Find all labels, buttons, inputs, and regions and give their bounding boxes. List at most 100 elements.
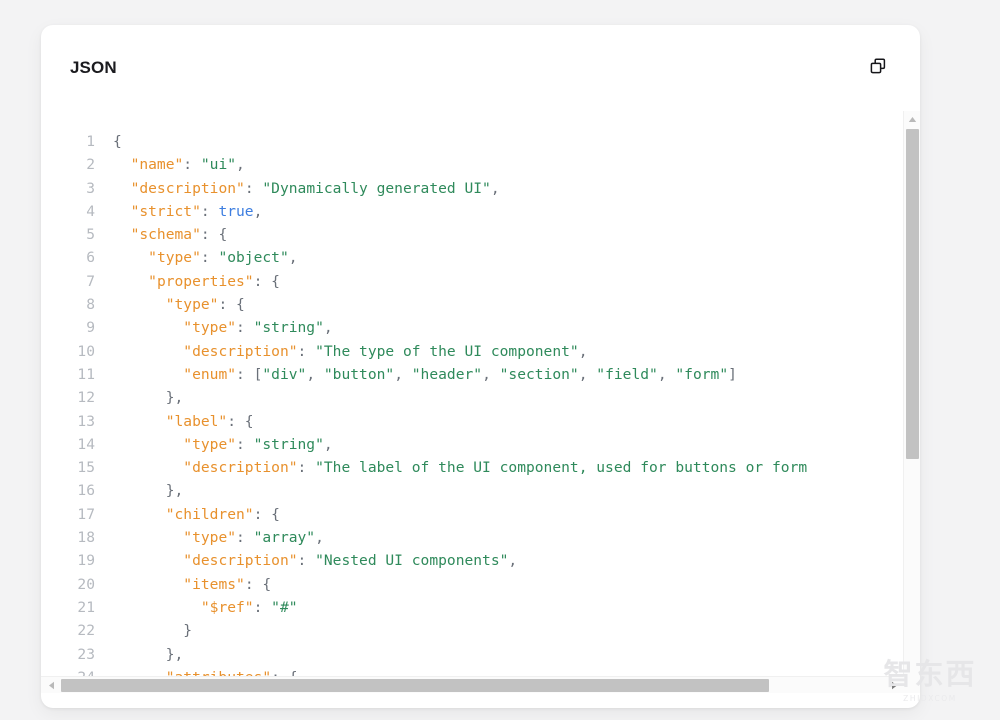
horizontal-scrollbar[interactable] (41, 676, 920, 693)
code-token: "type" (183, 319, 237, 337)
page-title: JSON (70, 58, 117, 77)
code-line: 20 "items": { (41, 576, 271, 593)
code-line: 23 }, (41, 646, 183, 663)
code-line: 15 "description": "The label of the UI c… (41, 459, 807, 476)
code-line: 1{ (41, 133, 122, 150)
scroll-up-arrow-icon[interactable] (904, 111, 920, 127)
code-token: "type" (148, 249, 201, 267)
code-token: ] (728, 365, 737, 383)
code-token: , (306, 365, 324, 383)
vertical-scrollbar[interactable] (903, 111, 920, 693)
code-line: 10 "description": "The type of the UI co… (41, 342, 587, 360)
code-token: , (236, 156, 245, 174)
code-token: "object" (218, 249, 289, 267)
line-number: 4 (86, 202, 95, 220)
code-token: "$ref" (200, 598, 254, 616)
code-line: 6 "type": "object", (41, 249, 298, 267)
code-token: "name" (130, 156, 184, 174)
vertical-scrollbar-thumb[interactable] (906, 129, 919, 459)
code-token: }, (113, 645, 184, 663)
code-token: "header" (411, 365, 483, 383)
code-token: : (297, 552, 316, 570)
code-token: : (236, 319, 254, 337)
code-token: , (288, 249, 298, 267)
code-token: , (253, 202, 263, 220)
code-line: 4 "strict": true, (41, 203, 262, 220)
code-token: : (200, 249, 219, 267)
line-number: 8 (86, 296, 95, 314)
code-line: 12 }, (41, 389, 183, 406)
line-number: 3 (86, 179, 95, 197)
line-number: 22 (77, 622, 95, 640)
code-token: "Dynamically generated UI" (262, 179, 491, 197)
copy-button[interactable] (864, 54, 892, 82)
code-token: "type" (183, 529, 237, 547)
code-line: 14 "type": "string", (41, 435, 332, 453)
code-token: "section" (499, 365, 579, 383)
code-token: "array" (253, 529, 316, 547)
code-line: 17 "children": { (41, 506, 280, 523)
code-token: "type" (165, 296, 219, 314)
code-token: : (297, 342, 316, 360)
line-number: 7 (86, 272, 95, 290)
code-token: "ui" (200, 156, 237, 174)
scroll-right-arrow-icon[interactable] (886, 677, 902, 694)
code-token: : (253, 598, 272, 616)
code-token: : (200, 202, 219, 220)
code-token: "button" (323, 365, 395, 383)
code-scroll-region[interactable]: 1{ 2 "name": "ui", 3 "description": "Dyn… (41, 111, 920, 708)
line-number: 15 (77, 459, 95, 477)
code-line: 11 "enum": ["div", "button", "header", "… (41, 365, 737, 383)
code-token: : { (200, 226, 228, 244)
scroll-left-arrow-icon[interactable] (43, 677, 59, 694)
code-token: "strict" (130, 202, 201, 220)
code-token: : (183, 156, 201, 174)
code-token: "items" (183, 575, 245, 593)
code-line: 2 "name": "ui", (41, 156, 245, 173)
code-token: }, (113, 389, 184, 407)
code-token: , (482, 365, 500, 383)
code-token: "Nested UI components" (315, 552, 509, 570)
copy-icon (868, 56, 888, 81)
code-line: 9 "type": "string", (41, 319, 332, 337)
code-token: : (244, 179, 263, 197)
line-number: 12 (77, 389, 95, 407)
code-token: : { (244, 575, 272, 593)
code-token: true (218, 202, 254, 220)
code-token: : { (253, 505, 280, 523)
code-token: : { (253, 272, 280, 290)
line-number: 13 (77, 412, 95, 430)
code-token: "type" (183, 435, 237, 453)
code-line: 21 "$ref": "#" (41, 598, 297, 616)
code-token: "string" (253, 435, 324, 453)
code-line: 16 }, (41, 482, 183, 499)
page-root: JSON 1{ 2 "name": "ui", 3 "description":… (0, 0, 1000, 720)
line-number: 14 (77, 435, 95, 453)
line-number: 1 (86, 133, 95, 150)
code-line: 5 "schema": { (41, 226, 227, 243)
code-token: "description" (183, 342, 298, 360)
code-token: "div" (262, 365, 307, 383)
line-number: 9 (86, 319, 95, 337)
code-token: : { (218, 296, 245, 314)
code-token: , (490, 179, 500, 197)
code-token: "The label of the UI component, used for… (315, 459, 808, 477)
code-line: 22 } (41, 622, 192, 639)
line-number: 18 (77, 529, 95, 547)
code-line: 13 "label": { (41, 412, 253, 430)
line-number: 10 (77, 342, 95, 360)
horizontal-scrollbar-thumb[interactable] (61, 679, 769, 692)
code-token: "description" (130, 179, 245, 197)
code-token: "string" (253, 319, 324, 337)
code-token: "properties" (148, 272, 254, 290)
